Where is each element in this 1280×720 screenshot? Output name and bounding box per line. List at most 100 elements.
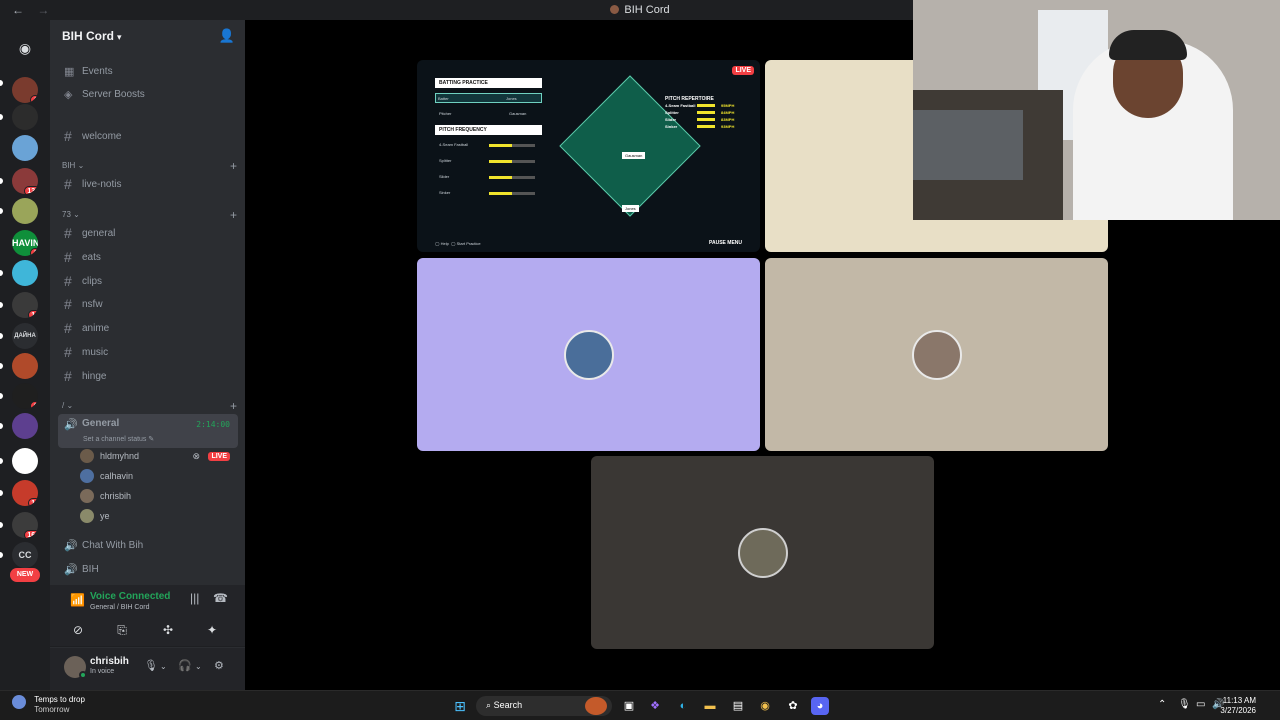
events-item[interactable]: ▦ Events — [58, 60, 238, 82]
add-channel-icon[interactable]: + — [230, 159, 237, 173]
chevron-down-icon: ▾ — [117, 32, 122, 42]
server-icon[interactable]: CC — [12, 542, 38, 568]
voice-connected-label[interactable]: Voice Connected — [90, 591, 170, 602]
voice-channel-chat-with-bih[interactable]: 🔊 Chat With Bih — [58, 534, 238, 556]
voice-member[interactable]: ye — [80, 506, 240, 526]
unread-indicator — [0, 178, 3, 184]
server-icon[interactable]: 16 — [12, 480, 38, 506]
repertoire-title: PITCH REPERTOIRE — [665, 96, 714, 102]
weather-widget[interactable]: Temps to drop Tomorrow — [12, 695, 85, 715]
chevron-down-icon[interactable]: ⌄ — [195, 662, 202, 671]
channel-clips[interactable]: # clips — [58, 270, 238, 292]
voice-member[interactable]: chrisbih — [80, 486, 240, 506]
server-icon[interactable]: 161 — [12, 512, 38, 538]
server-icon[interactable] — [12, 448, 38, 474]
server-icon[interactable]: 139 — [12, 168, 38, 194]
unread-indicator — [0, 302, 3, 308]
channel-welcome[interactable]: # welcome — [58, 125, 238, 147]
windows-start-icon[interactable]: ⊞ — [451, 697, 469, 715]
server-icon[interactable] — [12, 413, 38, 439]
server-icon[interactable] — [12, 353, 38, 379]
server-icon[interactable] — [12, 198, 38, 224]
app-icon[interactable]: ✿ — [784, 697, 802, 715]
server-icon[interactable]: ДАЙНА — [12, 323, 38, 349]
voice-channel-general[interactable]: 🔊 General 2:14:00 Set a channel status ✎ — [58, 414, 238, 448]
xbox-icon: ⊗ — [192, 450, 200, 461]
task-view-icon[interactable]: ▣ — [620, 697, 638, 715]
disconnect-icon[interactable]: ☎ — [213, 591, 228, 605]
server-icon[interactable]: 9 — [12, 383, 38, 409]
network-icon[interactable]: ▭ — [1196, 699, 1205, 710]
user-name[interactable]: chrisbih — [90, 656, 129, 667]
participant-tile-calhavin[interactable] — [417, 258, 760, 451]
add-channel-icon[interactable]: + — [230, 399, 237, 413]
gear-icon[interactable]: ⚙ — [214, 659, 224, 672]
events-label: Events — [82, 65, 113, 77]
copilot-icon[interactable]: ❖ — [646, 697, 664, 715]
activities-button[interactable]: ✣ — [148, 619, 188, 641]
server-icon[interactable] — [12, 135, 38, 161]
server-boosts-item[interactable]: ◈ Server Boosts — [58, 83, 238, 105]
category-73[interactable]: 73 ⌄ + — [62, 208, 237, 222]
avatar — [911, 329, 962, 380]
pitch-frequency-slider[interactable] — [489, 144, 535, 147]
category-slash[interactable]: / ⌄ + — [62, 399, 237, 413]
channel-music[interactable]: # music — [58, 341, 238, 363]
channel-hinge[interactable]: # hinge — [58, 365, 238, 387]
store-icon[interactable]: ▤ — [729, 697, 747, 715]
online-status-icon — [79, 671, 87, 679]
invite-icon[interactable]: 👤 — [219, 28, 235, 44]
pitch-frequency-slider[interactable] — [489, 192, 535, 195]
pitch-frequency-slider[interactable] — [489, 176, 535, 179]
channel-live-notis[interactable]: # live-notis — [58, 173, 238, 195]
category-label: / — [62, 401, 65, 410]
server-icon[interactable]: HAVIN 3 — [12, 230, 38, 256]
server-icon[interactable] — [12, 260, 38, 286]
voice-channel-bih[interactable]: 🔊 BIH — [58, 558, 238, 580]
file-explorer-icon[interactable]: ▬ — [701, 697, 719, 715]
stream-tile[interactable]: LIVE BATTING PRACTICE Batter Jones Pitche… — [417, 60, 760, 252]
slider-fill — [489, 176, 512, 179]
channel-status[interactable]: Set a channel status ✎ — [83, 435, 154, 443]
discord-home-icon[interactable]: ◉ — [12, 35, 38, 61]
participant-tile-ye[interactable] — [591, 456, 934, 649]
pitch-name: Slider — [439, 174, 450, 179]
microphone-tray-icon[interactable]: 🎙 — [1178, 699, 1191, 710]
user-panel: chrisbih In voice 🎙 ⌄ 🎧 ⌄ ⚙ — [50, 648, 245, 690]
server-icon[interactable] — [12, 104, 38, 130]
signal-icon[interactable]: 📶 — [70, 593, 85, 607]
headphones-icon[interactable]: 🎧 — [178, 659, 192, 672]
server-label: HAVIN — [12, 238, 38, 248]
channel-eats[interactable]: # eats — [58, 246, 238, 268]
chrome-icon[interactable]: ◉ — [756, 697, 774, 715]
system-clock[interactable]: 11:13 AM 3/27/2026 — [1220, 696, 1256, 716]
noise-suppression-icon[interactable]: ||| — [190, 591, 199, 605]
chevron-down-icon[interactable]: ⌄ — [160, 662, 167, 671]
voice-connected-sub[interactable]: General / BIH Cord — [90, 604, 150, 611]
server-label: CC — [18, 550, 32, 560]
voice-member[interactable]: hldmyhnd ⊗ LIVE — [80, 446, 240, 466]
microphone-icon[interactable]: 🎙 — [144, 659, 158, 672]
weather-title: Temps to drop — [34, 695, 85, 704]
server-header[interactable]: BIH Cord ▾ 👤 — [50, 20, 245, 52]
voice-member[interactable]: calhavin — [80, 466, 240, 486]
channel-general[interactable]: # general — [58, 222, 238, 244]
channel-nsfw[interactable]: # nsfw — [58, 293, 238, 315]
server-icon[interactable]: NEW — [10, 568, 40, 582]
slider-fill — [489, 144, 512, 147]
discord-taskbar-icon[interactable]: ◕ — [811, 697, 829, 715]
soundboard-button[interactable]: ✦ — [192, 619, 232, 641]
edge-icon[interactable]: ◐ — [674, 697, 692, 715]
pitch-frequency-slider[interactable] — [489, 160, 535, 163]
channel-anime[interactable]: # anime — [58, 317, 238, 339]
add-channel-icon[interactable]: + — [230, 208, 237, 222]
server-icon[interactable]: 1 — [12, 77, 38, 103]
chevron-up-icon[interactable]: ⌃ — [1158, 699, 1166, 710]
screen-share-button[interactable]: ⎘ — [102, 619, 142, 641]
server-name: BIH Cord — [62, 29, 114, 43]
participant-tile-chrisbih[interactable] — [765, 258, 1108, 451]
category-bih[interactable]: BIH ⌄ + — [62, 159, 237, 173]
camera-off-button[interactable]: ⊘ — [58, 619, 98, 641]
server-icon[interactable]: 19 — [12, 292, 38, 318]
search-highlight-icon[interactable] — [585, 697, 607, 715]
